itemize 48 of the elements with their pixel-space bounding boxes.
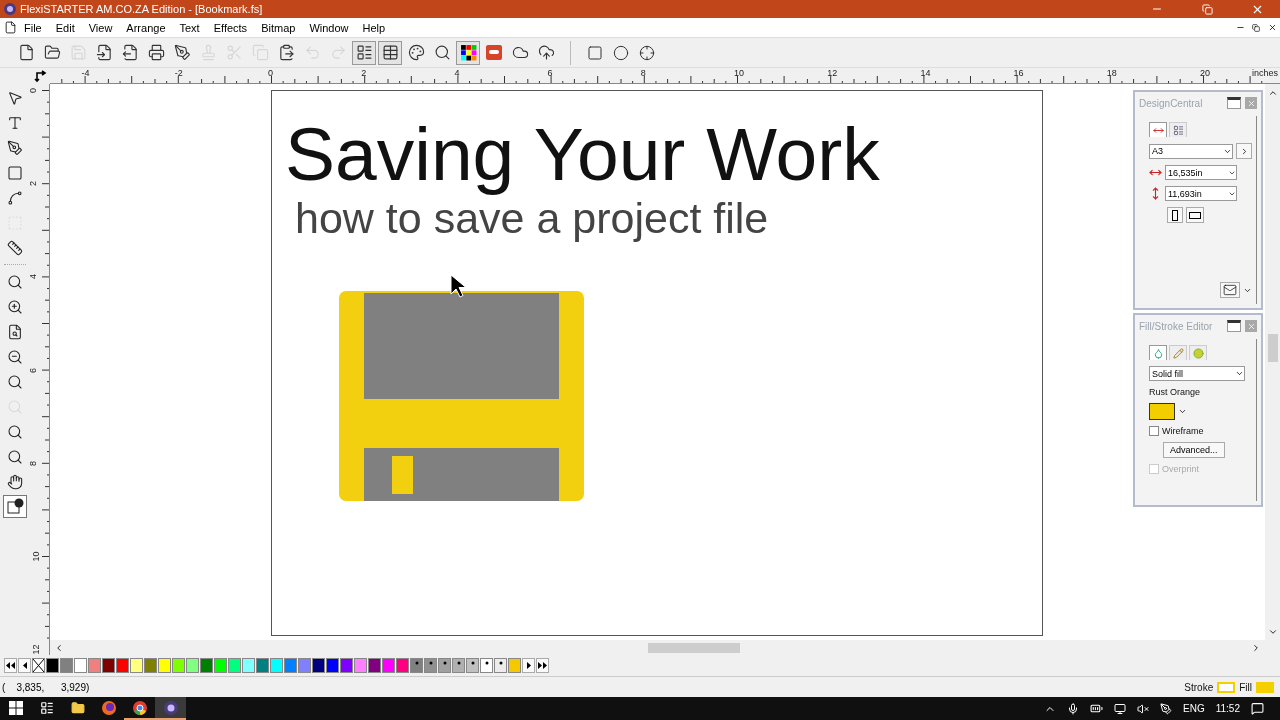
panel-title: Fill/Stroke Editor: [1139, 320, 1214, 332]
menu-item[interactable]: Arrange: [119, 21, 173, 34]
stroke-label: Stroke: [1184, 681, 1214, 693]
menu-item[interactable]: File: [17, 21, 49, 34]
page-title: Saving Your Work: [285, 114, 881, 194]
ruler-label: -2: [174, 69, 183, 78]
height-field[interactable]: 11,693in: [1165, 186, 1237, 201]
menu-item[interactable]: Help: [355, 21, 393, 34]
checkbox-label: Wireframe: [1162, 426, 1204, 436]
menu-item[interactable]: Effects: [206, 21, 255, 34]
menu-item[interactable]: Bitmap: [254, 21, 303, 34]
menu-item[interactable]: View: [81, 21, 120, 34]
ruler-label: 6: [29, 367, 38, 373]
ruler-label: 6: [547, 69, 553, 78]
advanced-button[interactable]: Advanced...: [1163, 442, 1225, 458]
ruler-label: 18: [1106, 69, 1117, 78]
ruler-label: 14: [920, 69, 931, 78]
ruler-label: 16: [1013, 69, 1024, 78]
panel-title: DesignCentral: [1139, 97, 1204, 109]
ruler-label: 2: [361, 69, 367, 78]
ruler-unit: inches: [1252, 69, 1278, 78]
ruler-label: 8: [640, 69, 646, 78]
window-title: FlexiSTARTER AM.CO.ZA Edition - [Bookmark.fs]: [20, 3, 264, 15]
width-field[interactable]: 16,535in: [1165, 165, 1237, 180]
fill-label: Fill: [1239, 681, 1252, 693]
menu-item[interactable]: Text: [172, 21, 207, 34]
page-subtitle: how to save a project file: [295, 194, 770, 242]
ruler-label: 10: [734, 69, 744, 78]
menu-item[interactable]: Window: [302, 21, 356, 34]
ruler-label: 12: [827, 69, 838, 78]
ruler-label: 2: [29, 181, 38, 187]
page-size-select[interactable]: A3: [1149, 143, 1233, 159]
ruler-label: 20: [1200, 69, 1210, 78]
ruler-label: 8: [29, 460, 38, 466]
ruler-label: 12: [31, 644, 41, 655]
menu-item[interactable]: Edit: [48, 21, 82, 34]
ruler-label: 0: [268, 69, 273, 78]
language-indicator[interactable]: ENG: [1183, 703, 1205, 714]
ruler-label: 0: [29, 88, 38, 93]
color-name: Rust Orange: [1149, 387, 1202, 397]
ruler-label: 4: [29, 274, 38, 280]
cursor-coordinates: ( 3,835, 3,929): [2, 681, 91, 693]
ruler-label: 4: [454, 69, 460, 78]
ruler-label: -4: [81, 69, 90, 78]
checkbox-label: Overprint: [1162, 464, 1199, 474]
clock[interactable]: 11:52: [1215, 703, 1240, 714]
fill-type-select[interactable]: Solid fill: [1149, 366, 1245, 381]
ruler-label: 10: [31, 551, 41, 562]
